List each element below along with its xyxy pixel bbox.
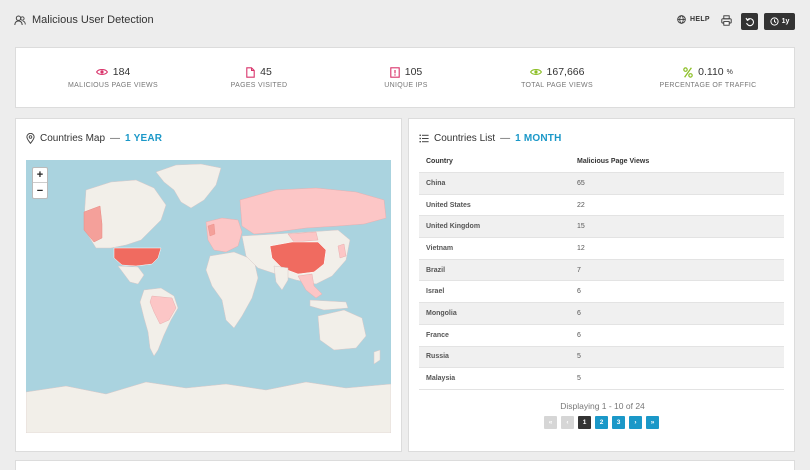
table-row: United States 22 [419,195,784,217]
refresh-button[interactable] [741,13,758,30]
stat-unit: % [726,68,733,76]
next-page-button[interactable]: › [629,416,642,429]
table-row: Israel 6 [419,281,784,304]
stat-unique-ips: 105 UNIQUE IPS [371,48,441,109]
table-row: United Kingdom 15 [419,216,784,239]
cell-country: France [426,331,449,339]
period-label: 1y [781,18,790,25]
prev-page-button[interactable]: ‹ [561,416,574,429]
print-button[interactable] [721,15,732,26]
first-page-button[interactable]: « [544,416,557,429]
table-row: China 65 [419,173,784,195]
stat-value: 167,666 [546,66,585,78]
stats-bar: 184 MALICIOUS PAGE VIEWS 45 PAGES VISITE… [15,47,795,108]
countries-map-panel: Countries Map — 1 YEAR + − [15,118,402,452]
percent-icon [683,66,693,78]
stat-malicious-page-views: 184 MALICIOUS PAGE VIEWS [63,48,163,109]
help-button[interactable]: HELP [677,15,710,24]
table-row: France 6 [419,325,784,347]
page-title: Malicious User Detection [14,14,154,26]
countries-list-panel: Countries List — 1 MONTH Country Malicio… [408,118,795,452]
help-label: HELP [690,16,710,23]
table-row: Russia 5 [419,346,784,369]
cell-country: Vietnam [426,244,454,252]
stat-value: 0.110 [698,66,724,78]
table-row: Brazil 7 [419,259,784,282]
stat-label: UNIQUE IPS [384,82,428,89]
eye-icon [529,68,542,76]
list-panel-title: Countries List — 1 MONTH [419,133,562,144]
refresh-icon [745,17,755,27]
cell-views: 15 [577,223,585,231]
table-row: Vietnam 12 [419,238,784,260]
stat-percentage-of-traffic: 0.110 % PERCENTAGE OF TRAFFIC [653,48,763,109]
column-header-views[interactable]: Malicious Page Views [577,158,784,165]
map-panel-title-text: Countries Map [40,133,106,144]
cell-views: 6 [577,309,581,317]
list-panel-period: 1 MONTH [515,133,562,144]
last-page-button[interactable]: » [646,416,659,429]
map-region-antarctica [26,381,391,433]
stat-total-page-views: 167,666 TOTAL PAGE VIEWS [512,48,602,109]
pagination-summary: Displaying 1 - 10 of 24 [560,401,645,411]
list-icon [419,134,429,143]
map-panel-title: Countries Map — 1 YEAR [26,133,162,144]
cell-views: 6 [577,288,581,296]
printer-icon [721,15,732,26]
stat-label: TOTAL PAGE VIEWS [521,82,593,89]
table-row: Mongolia 6 [419,303,784,325]
cell-views: 12 [577,244,585,252]
map-zoom-control: + − [32,167,48,199]
cell-country: United States [426,201,471,209]
cell-country: Russia [426,353,449,361]
table-header: Country Malicious Page Views [419,151,784,173]
zoom-out-button[interactable]: − [33,183,47,198]
page-title-text: Malicious User Detection [32,14,154,26]
cell-views: 5 [577,353,581,361]
period-selector-button[interactable]: 1y [764,13,795,30]
page-button-2[interactable]: 2 [595,416,608,429]
stat-label: PAGES VISITED [230,82,288,89]
clock-icon [769,17,779,26]
document-icon [246,66,255,78]
list-panel-title-text: Countries List [434,133,496,144]
cell-country: China [426,179,446,187]
cell-views: 6 [577,331,581,339]
pagination: « ‹ 1 2 3 › » [544,416,659,429]
cell-views: 22 [577,201,585,209]
cell-country: Malaysia [426,375,456,383]
stat-value: 184 [112,66,131,78]
header-bar: Malicious User Detection HELP 1y [0,0,810,44]
title-dash: — [500,133,511,144]
column-header-country[interactable]: Country [419,158,577,165]
page-button-1[interactable]: 1 [578,416,591,429]
cell-views: 7 [577,266,581,274]
map-pin-icon [26,133,35,144]
cell-country: Mongolia [426,309,457,317]
eye-icon [95,68,108,76]
title-dash: — [110,133,121,144]
page-button-3[interactable]: 3 [612,416,625,429]
stat-label: MALICIOUS PAGE VIEWS [68,82,158,89]
zoom-in-button[interactable]: + [33,168,47,183]
stat-pages-visited: 45 PAGES VISITED [219,48,299,109]
map-panel-period: 1 YEAR [125,133,163,144]
cell-views: 5 [577,375,581,383]
cell-views: 65 [577,179,585,187]
cell-country: United Kingdom [426,223,481,231]
stat-value: 105 [404,66,423,78]
world-map[interactable] [26,160,391,433]
countries-table: Country Malicious Page Views China 65 Uni… [419,151,784,390]
users-icon [14,15,26,26]
table-row: Malaysia 5 [419,368,784,390]
stat-value: 45 [260,66,272,78]
cell-country: Israel [426,288,445,296]
ip-icon [389,66,400,78]
next-panel-edge [15,460,795,470]
cell-country: Brazil [426,266,446,274]
stat-label: PERCENTAGE OF TRAFFIC [659,82,757,89]
globe-icon [677,15,686,24]
